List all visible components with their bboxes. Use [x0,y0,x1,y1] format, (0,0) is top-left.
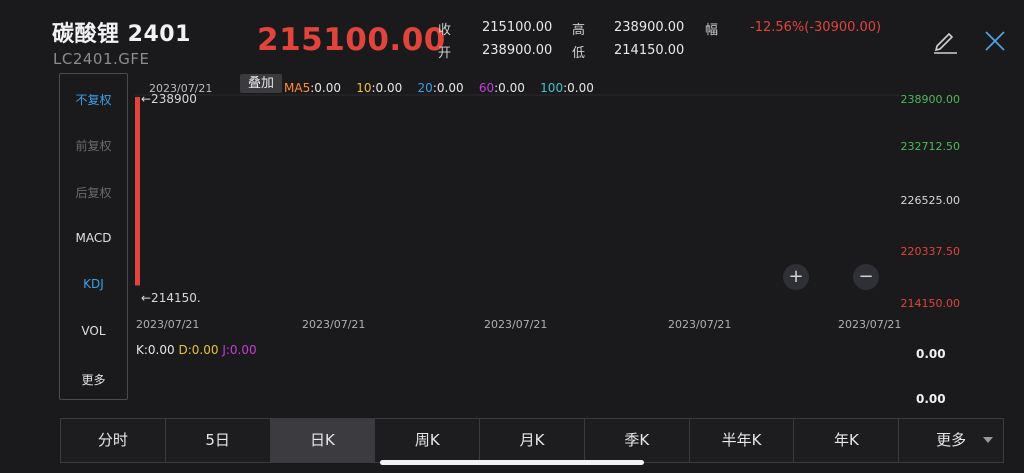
indicator-axis-value: 0.00 [916,392,946,406]
ma100-value: :0.00 [563,81,594,95]
tab-daily-k[interactable]: 日K [270,419,376,462]
tab-more-label: 更多 [936,431,967,449]
kline-chart[interactable] [0,0,1024,473]
ma5-value: :0.00 [310,81,341,95]
ma60-label: 60 [478,81,495,95]
ma-legend: MA5:0.00 10:0.00 20:0.00 60:0.00 100:0.0… [284,81,594,95]
tab-quarterly-k[interactable]: 季K [584,419,690,462]
zoom-in-button[interactable]: + [783,264,809,290]
zoom-out-button[interactable]: − [853,264,879,290]
overlay-button[interactable]: 叠加 [240,74,282,93]
y-tick-label: 220337.50 [900,245,961,258]
kdj-d: D:0.00 [178,343,219,357]
ma5-label: MA5 [284,81,311,95]
kdj-legend: K:0.00 D:0.00 J:0.00 [136,343,257,357]
ma20-label: 20 [417,81,433,95]
period-tabs: 分时 5日 日K 周K 月K 季K 半年K 年K 更多 [60,418,1004,463]
tab-yearly-k[interactable]: 年K [794,419,900,462]
x-tick-label: 2023/07/21 [136,318,200,331]
high-annotation: ←238900 [141,92,197,106]
kdj-j: J:0.00 [222,343,257,357]
ma60-value: :0.00 [494,81,525,95]
x-tick-label: 2023/07/21 [668,318,732,331]
x-tick-label: 2023/07/21 [838,318,902,331]
chevron-down-icon [983,437,994,443]
ma10-value: :0.00 [371,81,403,95]
y-tick-label: 238900.00 [900,93,961,106]
tab-weekly-k[interactable]: 周K [375,419,481,462]
tab-monthly-k[interactable]: 月K [480,419,585,462]
ma20-value: :0.00 [432,81,464,95]
ma100-label: 100 [540,81,564,95]
candle-body [135,97,140,286]
y-tick-label: 232712.50 [900,140,961,153]
ma10-label: 10 [356,81,372,95]
tab-5day[interactable]: 5日 [165,419,271,462]
home-indicator[interactable] [380,460,644,465]
x-tick-label: 2023/07/21 [484,318,548,331]
low-annotation: ←214150. [141,291,201,305]
tab-intraday[interactable]: 分时 [61,419,166,462]
tab-halfyear-k[interactable]: 半年K [689,419,795,462]
y-tick-label: 226525.00 [900,194,961,207]
indicator-axis-value: 0.00 [916,347,946,361]
kdj-k: K:0.00 [136,343,175,357]
x-tick-label: 2023/07/21 [302,318,366,331]
y-tick-label: 214150.00 [900,297,961,310]
tab-more[interactable]: 更多 [899,419,1004,462]
